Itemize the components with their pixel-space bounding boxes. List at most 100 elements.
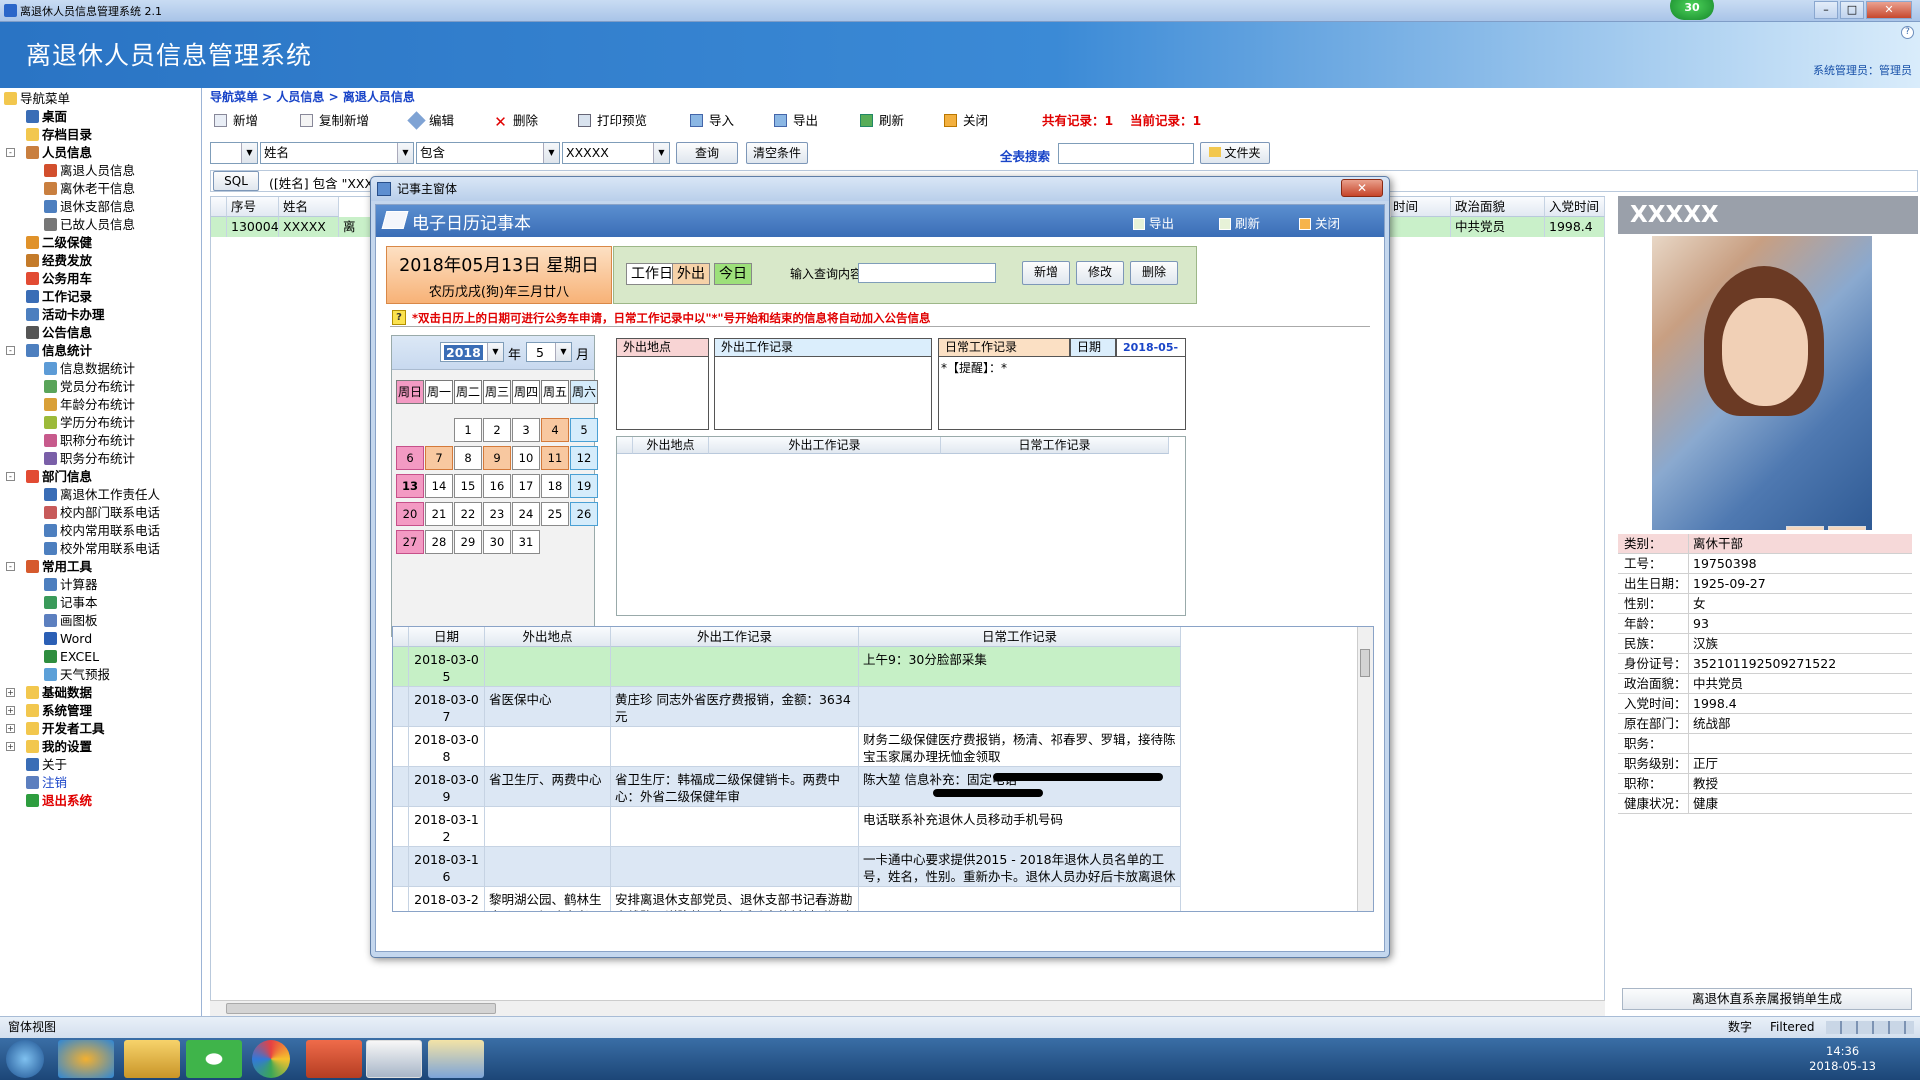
info-value[interactable]: 352101192509271522 — [1688, 654, 1912, 673]
info-value[interactable]: 19750398 — [1688, 554, 1912, 573]
start-button[interactable] — [6, 1040, 44, 1078]
close-button[interactable]: ✕ — [1866, 1, 1912, 19]
calendar-day[interactable]: 12 — [570, 446, 598, 470]
table-cell-place[interactable]: 省卫生厅、两费中心 — [485, 767, 611, 807]
calendar-day[interactable]: 17 — [512, 474, 540, 498]
logic-select[interactable]: ▼ — [210, 142, 258, 164]
scroll-thumb[interactable] — [1360, 649, 1370, 677]
close-form-button[interactable]: 关闭 — [944, 110, 988, 132]
workday-toggle[interactable]: 工作日 — [626, 263, 678, 285]
mini-header-place[interactable]: 外出地点 — [633, 437, 709, 454]
field-select[interactable]: 姓名 ▼ — [260, 142, 414, 164]
table-cell-date[interactable]: 2018-03-08 — [409, 727, 485, 767]
table-cell-daily[interactable]: 上午9：30分脸部采集 — [859, 647, 1181, 687]
expand-icon[interactable]: + — [6, 706, 15, 715]
nav-item-dev-tools[interactable]: 开发者工具 — [26, 720, 105, 738]
nav-item-external-phones[interactable]: 校外常用联系电话 — [44, 540, 160, 558]
row-selector[interactable] — [393, 727, 409, 767]
calendar-day[interactable]: 18 — [541, 474, 569, 498]
horizontal-scrollbar[interactable] — [210, 1000, 1605, 1016]
print-preview-button[interactable]: 打印预览 — [578, 110, 647, 132]
refresh-button[interactable]: 刷新 — [860, 110, 904, 132]
nav-item-archive[interactable]: 存档目录 — [26, 126, 92, 144]
add-button[interactable]: 新增 — [214, 110, 258, 132]
grid-header-politics[interactable]: 政治面貌 — [1451, 197, 1545, 217]
calendar-day[interactable]: 13 — [396, 474, 424, 498]
global-search-input[interactable] — [1058, 143, 1194, 164]
info-value[interactable]: 93 — [1688, 614, 1912, 633]
grid-cell-no[interactable]: 130004 — [227, 217, 279, 237]
nav-item-logout[interactable]: 注销 — [26, 774, 67, 792]
info-value[interactable]: 1998.4 — [1688, 694, 1912, 713]
out-work-field[interactable] — [714, 356, 932, 430]
row-selector[interactable] — [393, 807, 409, 847]
nav-item-base-data[interactable]: 基础数据 — [26, 684, 92, 702]
grid-cell-name[interactable]: XXXXX — [279, 217, 339, 237]
grid-cell-politics[interactable]: 中共党员 — [1451, 217, 1545, 237]
query-button[interactable]: 查询 — [676, 142, 738, 164]
grid-header-name[interactable]: 姓名 — [279, 197, 339, 217]
export-button[interactable]: 导出 — [1133, 213, 1174, 232]
grid-header-no[interactable]: 序号 — [227, 197, 279, 217]
calendar-day[interactable]: 19 — [570, 474, 598, 498]
reimbursement-form-button[interactable]: 离退休直系亲属报销单生成 — [1622, 988, 1912, 1010]
breadcrumb[interactable]: 导航菜单 > 人员信息 > 离退人员信息 — [210, 88, 415, 105]
nav-item-my-settings[interactable]: 我的设置 — [26, 738, 92, 756]
info-value[interactable]: 1925-09-27 — [1688, 574, 1912, 593]
out-place-field[interactable] — [616, 356, 709, 430]
today-toggle[interactable]: 今日 — [714, 263, 752, 285]
calendar-day[interactable]: 10 — [512, 446, 540, 470]
operator-select[interactable]: 包含 ▼ — [416, 142, 560, 164]
table-cell-date[interactable]: 2018-03-16 — [409, 847, 485, 887]
nav-item-health-care[interactable]: 二级保健 — [26, 234, 92, 252]
nav-item-official-car[interactable]: 公务用车 — [26, 270, 92, 288]
table-cell-out[interactable] — [611, 807, 859, 847]
table-cell-out[interactable]: 安排离退休支部党员、退休支部书记春游勘察线路。详陈敦民办理活动卡的材料到福建省老… — [611, 887, 859, 911]
delete-button[interactable]: ✕ 删除 — [494, 110, 538, 132]
browser-icon[interactable] — [186, 1040, 242, 1078]
row-selector[interactable] — [393, 887, 409, 911]
table-cell-date[interactable]: 2018-03-20 — [409, 887, 485, 911]
table-cell-place[interactable]: 省医保中心 — [485, 687, 611, 727]
mini-header-daily[interactable]: 日常工作记录 — [941, 437, 1169, 454]
nav-item-campus-phones[interactable]: 校内常用联系电话 — [44, 522, 160, 540]
nav-item-person-info[interactable]: 人员信息 — [26, 144, 92, 162]
nav-item-notepad[interactable]: 记事本 — [44, 594, 98, 612]
calendar-day[interactable]: 27 — [396, 530, 424, 554]
nav-item-system-admin[interactable]: 系统管理 — [26, 702, 92, 720]
table-cell-out[interactable]: 黄庄珍 同志外省医疗费报销，金额：3634元 — [611, 687, 859, 727]
calendar-day[interactable]: 23 — [483, 502, 511, 526]
info-value[interactable]: 统战部 — [1688, 714, 1912, 733]
table-header[interactable]: 外出工作记录 — [611, 627, 859, 647]
info-value[interactable]: 教授 — [1688, 774, 1912, 793]
nav-item-party-stats[interactable]: 党员分布统计 — [44, 378, 135, 396]
collapse-icon[interactable]: - — [6, 346, 15, 355]
table-cell-place[interactable] — [485, 647, 611, 687]
nav-item-word[interactable]: Word — [44, 630, 92, 648]
nav-item-work-log[interactable]: 工作记录 — [26, 288, 92, 306]
nav-item-notices[interactable]: 公告信息 — [26, 324, 92, 342]
collapse-icon[interactable]: - — [6, 148, 15, 157]
table-cell-place[interactable] — [485, 807, 611, 847]
nav-item-statistics[interactable]: 信息统计 — [26, 342, 92, 360]
import-button[interactable]: 导入 — [690, 110, 734, 132]
photo-thumbnail[interactable] — [1786, 526, 1824, 530]
nav-item-education-stats[interactable]: 学历分布统计 — [44, 414, 135, 432]
refresh-button[interactable]: 刷新 — [1219, 213, 1260, 232]
folder-button[interactable]: 文件夹 — [1200, 142, 1270, 164]
nav-item-deceased-info[interactable]: 已故人员信息 — [44, 216, 135, 234]
calendar-day[interactable]: 16 — [483, 474, 511, 498]
app-icon[interactable] — [58, 1040, 114, 1078]
table-header[interactable]: 日期 — [409, 627, 485, 647]
outing-toggle[interactable]: 外出 — [672, 263, 710, 285]
edit-button[interactable]: 编辑 — [407, 110, 454, 132]
scroll-thumb[interactable] — [226, 1003, 496, 1014]
calendar-day[interactable]: 2 — [483, 418, 511, 442]
table-cell-place[interactable]: 黎明湖公园、鹤林生态公园、福建省老干部活动中 — [485, 887, 611, 911]
nav-item-excel[interactable]: EXCEL — [44, 648, 99, 666]
nav-item-exit[interactable]: 退出系统 — [26, 792, 92, 810]
table-cell-daily[interactable]: 一卡通中心要求提供2015 - 2018年退休人员名单的工号，姓名，性别。重新办… — [859, 847, 1181, 887]
calendar-day[interactable]: 4 — [541, 418, 569, 442]
maximize-button[interactable]: □ — [1840, 1, 1864, 19]
calendar-day[interactable]: 22 — [454, 502, 482, 526]
